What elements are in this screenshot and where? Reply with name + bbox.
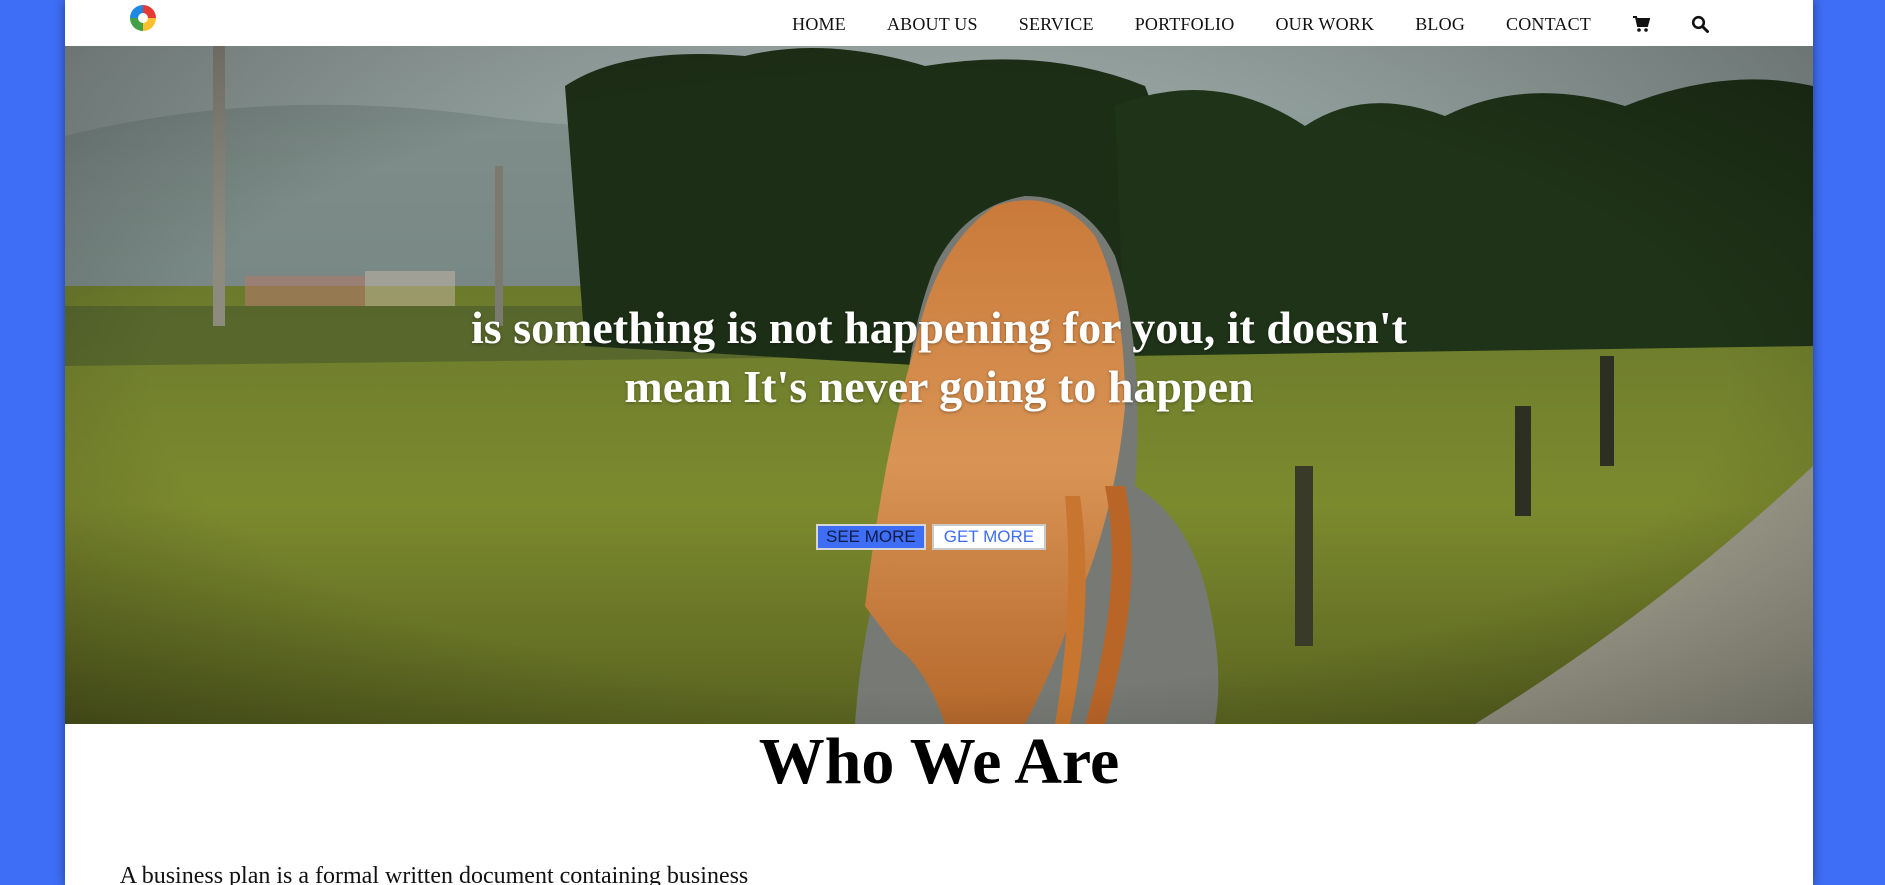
- hero-headline-line2: mean It's never going to happen: [624, 361, 1254, 412]
- hero-headline: is something is not happening for you, i…: [65, 298, 1813, 416]
- main-menu: HOME ABOUT US SERVICE PORTFOLIO OUR WORK…: [792, 12, 1709, 36]
- brand-logo[interactable]: [128, 3, 158, 33]
- nav-portfolio[interactable]: PORTFOLIO: [1135, 14, 1235, 35]
- nav-our-work[interactable]: OUR WORK: [1275, 14, 1374, 35]
- get-more-button[interactable]: GET MORE: [931, 524, 1047, 550]
- search-icon[interactable]: [1691, 15, 1709, 33]
- page-frame: HOME ABOUT US SERVICE PORTFOLIO OUR WORK…: [65, 0, 1813, 885]
- cart-icon[interactable]: [1632, 15, 1651, 33]
- section-title-who-we-are: Who We Are: [758, 725, 1120, 798]
- nav-about-us[interactable]: ABOUT US: [887, 14, 978, 35]
- logo-swirl-icon: [130, 5, 156, 31]
- nav-blog[interactable]: BLOG: [1415, 14, 1465, 35]
- nav-contact[interactable]: CONTACT: [1506, 14, 1591, 35]
- hero-headline-line1: is something is not happening for you, i…: [471, 302, 1407, 353]
- hero-banner: is something is not happening for you, i…: [65, 46, 1813, 724]
- nav-service[interactable]: SERVICE: [1019, 14, 1094, 35]
- about-paragraph: A business plan is a formal written docu…: [119, 863, 749, 885]
- nav-home[interactable]: HOME: [792, 14, 846, 35]
- see-more-button[interactable]: SEE MORE: [816, 524, 926, 550]
- hero-buttons: SEE MORE GET MORE: [816, 524, 1047, 550]
- top-navbar: HOME ABOUT US SERVICE PORTFOLIO OUR WORK…: [65, 0, 1813, 46]
